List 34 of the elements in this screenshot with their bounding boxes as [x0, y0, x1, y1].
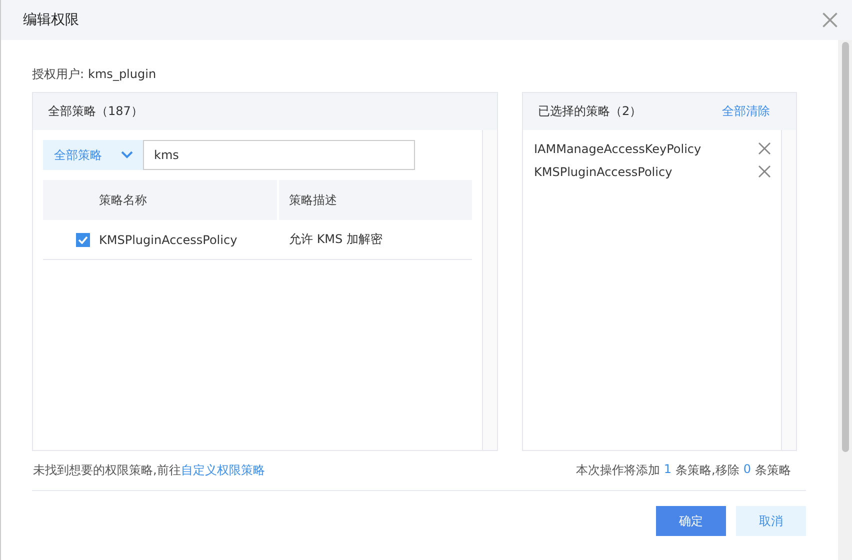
clear-all-link[interactable]: 全部清除	[722, 103, 770, 120]
selected-policy: KMSPluginAccessPolicy	[534, 164, 672, 178]
remove-button[interactable]	[758, 165, 771, 178]
summary-text: 本次操作将添加	[576, 462, 660, 479]
hint-text: 未找到想要的权限策略,前往	[33, 462, 181, 479]
scrollbar-thumb[interactable]	[842, 42, 848, 452]
window-title: 编辑权限	[23, 11, 79, 29]
policy-count: 1	[664, 462, 672, 478]
policy-filter-dropdown[interactable]: 全部策略	[43, 140, 143, 170]
policy-count: 0	[743, 462, 751, 478]
scrollbar-track[interactable]	[781, 130, 796, 450]
table-cell: 允许 KMS 加解密	[289, 231, 382, 248]
close-icon	[822, 12, 838, 28]
panel-title: 已选择的策略（2）	[538, 103, 642, 120]
cancel-button[interactable]: 取消	[736, 506, 806, 536]
checkbox[interactable]	[76, 232, 90, 246]
search-field[interactable]: kms	[143, 140, 415, 170]
column-header: 策略描述	[288, 192, 338, 208]
chevron-icon	[121, 151, 133, 159]
close-icon	[758, 142, 771, 155]
scrollbar-track[interactable]	[482, 130, 497, 450]
custom-policy-link[interactable]: 自定义权限策略	[180, 462, 265, 479]
table-cell: KMSPluginAccessPolicy	[99, 232, 238, 246]
user-label: 授权用户:	[32, 66, 84, 82]
selected-policy: IAMManageAccessKeyPolicy	[534, 142, 702, 156]
confirm-button[interactable]: 确定	[656, 506, 726, 536]
close-button[interactable]	[822, 12, 838, 28]
user-name: kms_plugin	[88, 67, 156, 81]
column-header: 策略名称	[43, 180, 279, 220]
summary-text: 条策略	[755, 462, 791, 479]
summary-text: 条策略,移除	[676, 462, 740, 479]
remove-button[interactable]	[758, 142, 771, 155]
close-icon	[758, 165, 771, 178]
panel-title: 全部策略（187）	[48, 103, 143, 120]
